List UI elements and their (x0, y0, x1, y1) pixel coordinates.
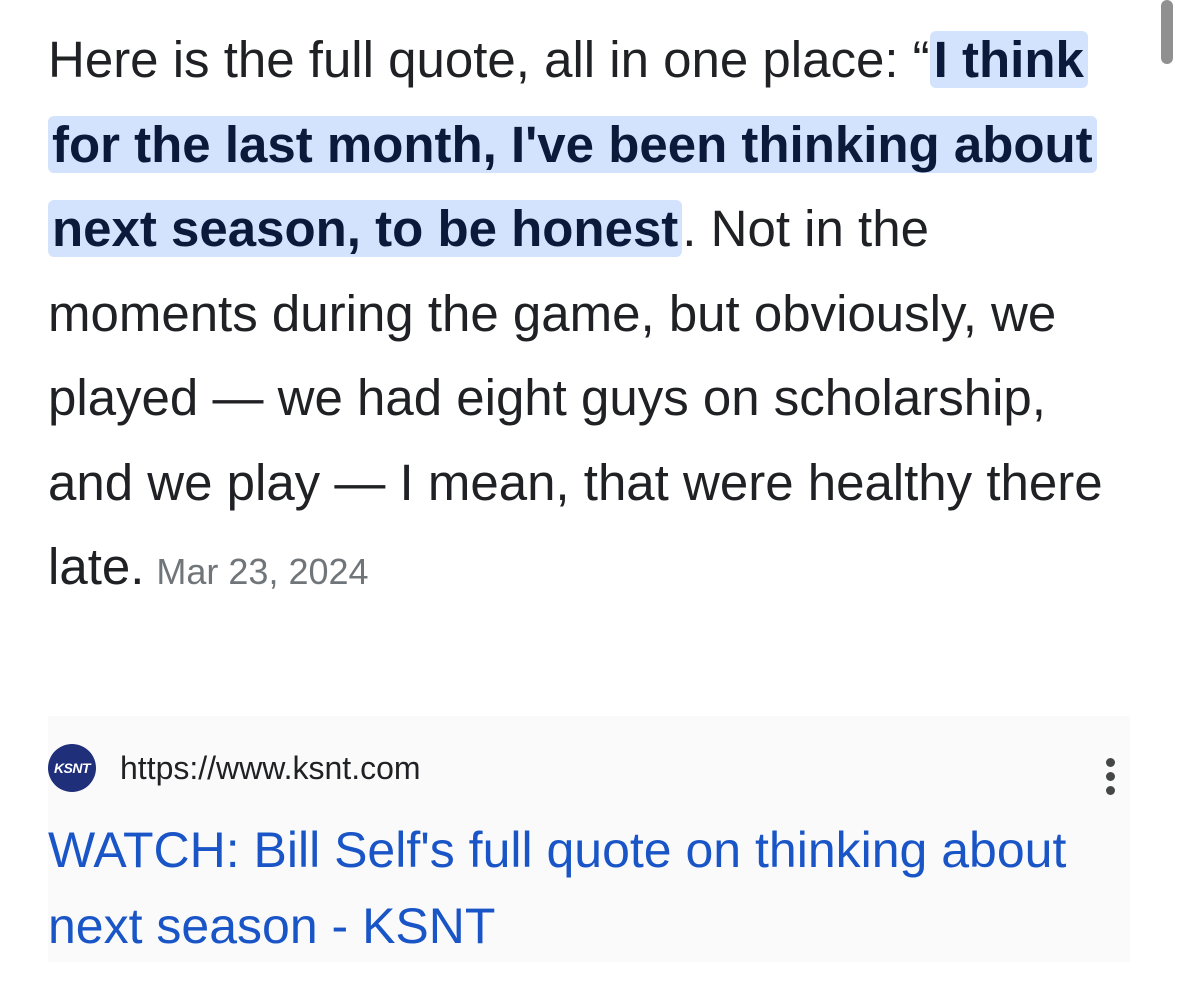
result-title-link[interactable]: WATCH: Bill Self's full quote on thinkin… (48, 812, 1118, 964)
snippet-rest: . Not in the moments during the game, bu… (48, 200, 1103, 595)
snippet-intro: Here is the full quote, all in one place… (48, 31, 930, 88)
more-dot (1106, 758, 1115, 767)
more-vert-icon[interactable] (1106, 758, 1116, 798)
search-result[interactable]: KSNT https://www.ksnt.com WATCH: Bill Se… (48, 716, 1130, 962)
more-dot (1106, 786, 1115, 795)
featured-snippet-text: Here is the full quote, all in one place… (48, 18, 1118, 615)
snippet-date: Mar 23, 2024 (156, 551, 369, 592)
result-url[interactable]: https://www.ksnt.com (120, 748, 421, 788)
more-dot (1106, 772, 1115, 781)
result-source-row[interactable]: KSNT https://www.ksnt.com (48, 744, 1130, 795)
site-favicon-icon: KSNT (48, 744, 96, 792)
scrollbar[interactable] (1161, 0, 1173, 64)
